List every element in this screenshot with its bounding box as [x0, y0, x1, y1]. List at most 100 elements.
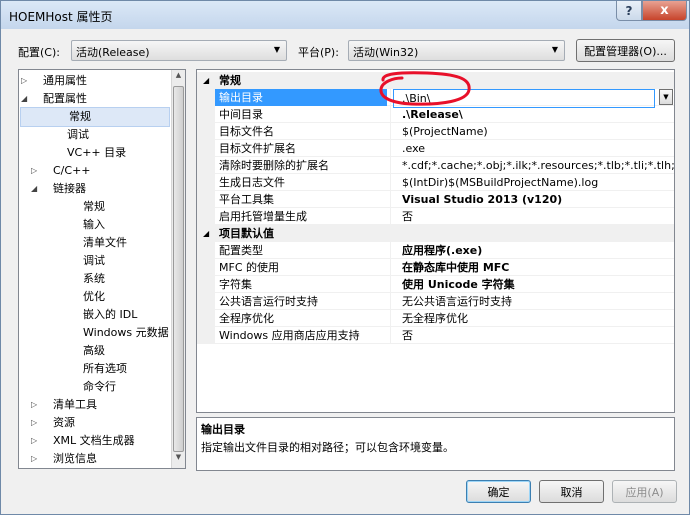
column-divider[interactable] [390, 293, 391, 310]
column-divider[interactable] [390, 89, 391, 106]
property-row[interactable]: MFC 的使用 在静态库中使用 MFC [197, 259, 674, 276]
collapsed-icon[interactable]: ▷ [31, 432, 41, 450]
property-value: *.cdf;*.cache;*.obj;*.ilk;*.resources;*.… [402, 159, 674, 172]
property-row[interactable]: 平台工具集 Visual Studio 2013 (v120) [197, 191, 674, 208]
scroll-down-icon[interactable]: ▼ [172, 453, 185, 467]
property-value: 无公共语言运行时支持 [402, 295, 512, 308]
row-gutter [197, 157, 215, 174]
tree-item-label: 高级 [83, 344, 105, 357]
tree-item[interactable]: ▷ 资源 [19, 414, 169, 432]
tree-item[interactable]: 系统 [19, 270, 169, 288]
property-row[interactable]: 输出目录 .\Bin\ ▼ [197, 89, 674, 108]
property-value: 否 [402, 329, 413, 342]
property-row[interactable]: 生成日志文件 $(IntDir)$(MSBuildProjectName).log [197, 174, 674, 191]
tree-item-label: 清单工具 [53, 398, 97, 411]
tree-item[interactable]: 高级 [19, 342, 169, 360]
property-row[interactable]: 目标文件扩展名 .exe [197, 140, 674, 157]
scrollbar-thumb[interactable] [173, 86, 184, 452]
expanded-icon[interactable]: ◢ [203, 72, 209, 89]
column-divider[interactable] [390, 208, 391, 225]
collapsed-icon[interactable]: ▷ [31, 396, 41, 414]
property-name: 配置类型 [219, 244, 263, 257]
tree-item[interactable]: ▷ XML 文档生成器 [19, 432, 169, 450]
tree-scrollbar[interactable]: ▲ ▼ [171, 70, 185, 468]
property-name: 字符集 [219, 278, 252, 291]
tree-item[interactable]: ◢ 链接器 [19, 180, 169, 198]
collapsed-icon[interactable]: ▷ [31, 450, 41, 468]
property-row[interactable]: 公共语言运行时支持 无公共语言运行时支持 [197, 293, 674, 310]
tree-item-label: 通用属性 [43, 74, 87, 87]
help-icon[interactable]: ? [616, 1, 642, 21]
apply-button[interactable]: 应用(A) [612, 480, 677, 503]
property-name: 全程序优化 [219, 312, 274, 325]
column-divider[interactable] [390, 191, 391, 208]
tree-item-label: 常规 [83, 200, 105, 213]
tree-item[interactable]: ▷ 清单工具 [19, 396, 169, 414]
config-select[interactable]: 活动(Release) ▼ [71, 40, 287, 61]
tree-item[interactable]: 嵌入的 IDL [19, 306, 169, 324]
tree-item[interactable]: Windows 元数据 [19, 324, 169, 342]
cancel-button[interactable]: 取消 [539, 480, 604, 503]
row-gutter [197, 123, 215, 140]
tree-item[interactable]: 所有选项 [19, 360, 169, 378]
expanded-icon[interactable]: ◢ [21, 90, 31, 108]
ok-button[interactable]: 确定 [466, 480, 531, 503]
tree-item-label: 命令行 [83, 380, 116, 393]
tree-item[interactable]: 调试 [19, 252, 169, 270]
property-row[interactable]: 配置类型 应用程序(.exe) [197, 242, 674, 259]
row-gutter [197, 174, 215, 191]
property-value: $(IntDir)$(MSBuildProjectName).log [402, 176, 599, 189]
expanded-icon[interactable]: ◢ [31, 180, 41, 198]
tree-item[interactable]: 调试 [19, 126, 169, 144]
scroll-up-icon[interactable]: ▲ [172, 71, 185, 85]
tree-item-label: 优化 [83, 290, 105, 303]
column-divider[interactable] [390, 123, 391, 140]
property-name: 清除时要删除的扩展名 [219, 159, 329, 172]
tree-item[interactable]: 常规 [19, 198, 169, 216]
description-title: 输出目录 [201, 423, 245, 436]
tree-item[interactable]: ▷ 通用属性 [19, 72, 169, 90]
title-bar: HOEMHost 属性页 ? x [1, 1, 689, 29]
property-row[interactable]: Windows 应用商店应用支持 否 [197, 327, 674, 344]
property-row[interactable]: 启用托管增量生成 否 [197, 208, 674, 225]
property-category[interactable]: ◢ 项目默认值 [197, 225, 674, 242]
property-value: $(ProjectName) [402, 125, 488, 138]
collapsed-icon[interactable]: ▷ [21, 72, 31, 90]
column-divider[interactable] [390, 140, 391, 157]
config-manager-button[interactable]: 配置管理器(O)... [576, 39, 675, 62]
property-value: 使用 Unicode 字符集 [402, 278, 515, 291]
property-value: .exe [402, 142, 426, 155]
property-row[interactable]: 目标文件名 $(ProjectName) [197, 123, 674, 140]
property-row[interactable]: 清除时要删除的扩展名 *.cdf;*.cache;*.obj;*.ilk;*.re… [197, 157, 674, 174]
column-divider[interactable] [390, 276, 391, 293]
chevron-down-icon[interactable]: ▼ [659, 89, 673, 105]
column-divider[interactable] [390, 259, 391, 276]
tree-item[interactable]: ▷ C/C++ [19, 162, 169, 180]
expanded-icon[interactable]: ◢ [203, 225, 209, 242]
property-row[interactable]: 全程序优化 无全程序优化 [197, 310, 674, 327]
column-divider[interactable] [390, 242, 391, 259]
close-icon[interactable]: x [642, 1, 687, 21]
collapsed-icon[interactable]: ▷ [31, 414, 41, 432]
column-divider[interactable] [390, 157, 391, 174]
tree-item[interactable]: ◢ 配置属性 [19, 90, 169, 108]
tree-item[interactable]: 优化 [19, 288, 169, 306]
collapsed-icon[interactable]: ▷ [31, 162, 41, 180]
property-row[interactable]: 字符集 使用 Unicode 字符集 [197, 276, 674, 293]
property-category[interactable]: ◢ 常规 [197, 72, 674, 89]
tree-item[interactable]: 输入 [19, 216, 169, 234]
tree-item-label: 链接器 [53, 182, 86, 195]
tree-item[interactable]: 常规 [20, 107, 170, 127]
tree-item[interactable]: 命令行 [19, 378, 169, 396]
column-divider[interactable] [390, 106, 391, 123]
category-label: 项目默认值 [219, 227, 274, 240]
tree-item[interactable]: ▷ 浏览信息 [19, 450, 169, 468]
platform-select[interactable]: 活动(Win32) ▼ [348, 40, 565, 61]
tree-item[interactable]: VC++ 目录 [19, 144, 169, 162]
property-value: 应用程序(.exe) [402, 244, 483, 257]
column-divider[interactable] [390, 174, 391, 191]
column-divider[interactable] [390, 327, 391, 344]
property-row[interactable]: 中间目录 .\Release\ [197, 106, 674, 123]
column-divider[interactable] [390, 310, 391, 327]
tree-item[interactable]: 清单文件 [19, 234, 169, 252]
